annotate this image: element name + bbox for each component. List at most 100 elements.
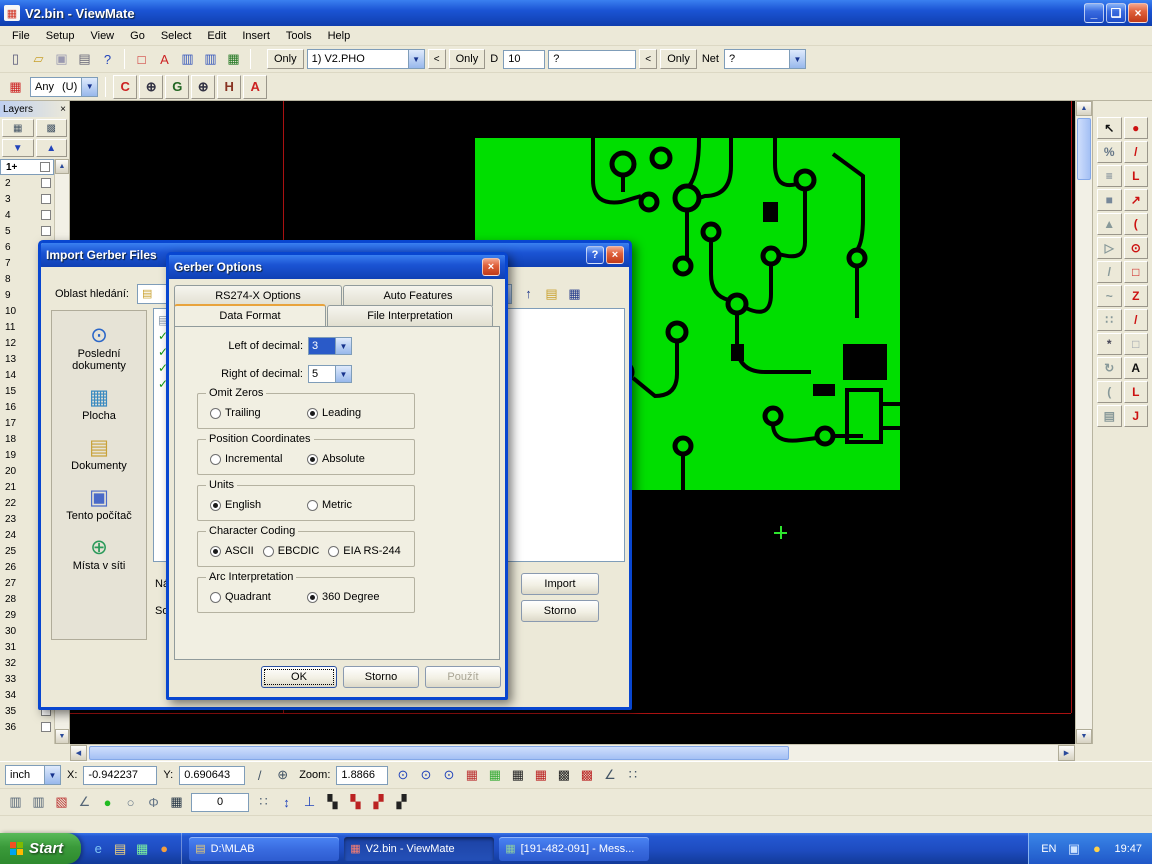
filled-square-icon[interactable]: ■: [1097, 189, 1122, 211]
gerber-dialog-close-button[interactable]: ×: [482, 258, 500, 276]
scroll-right-icon[interactable]: ▶: [1058, 745, 1075, 761]
scroll-down-icon[interactable]: ▼: [1076, 729, 1092, 744]
report-icon[interactable]: ▦: [223, 49, 244, 70]
radio-incremental[interactable]: Incremental: [210, 453, 298, 465]
network-tray-icon[interactable]: ▣: [1063, 838, 1084, 859]
draw-corner-icon[interactable]: L: [1124, 165, 1149, 187]
horizontal-scrollbar[interactable]: ◀ ▶: [70, 744, 1075, 761]
ok-button[interactable]: OK: [261, 666, 337, 688]
new-folder-icon[interactable]: ▤: [541, 283, 562, 304]
print-icon[interactable]: ▤: [74, 49, 95, 70]
dcode-field[interactable]: 10: [503, 50, 545, 69]
c-view-icon[interactable]: C: [113, 75, 137, 99]
scrollbar-track[interactable]: [1076, 182, 1092, 729]
wave-icon[interactable]: ~: [1097, 285, 1122, 307]
chevron-down-icon[interactable]: ▼: [335, 366, 351, 382]
layer-color-swatch[interactable]: [41, 210, 51, 220]
trace-red-icon[interactable]: ▩: [576, 765, 597, 786]
zoom-value-field[interactable]: 1.8866: [336, 766, 388, 785]
grid-red-icon[interactable]: ▦: [461, 765, 482, 786]
chevron-down-icon[interactable]: ▼: [81, 78, 97, 96]
up-one-level-icon[interactable]: ↑: [518, 283, 539, 304]
j-shape-icon[interactable]: J: [1124, 405, 1149, 427]
storno-button[interactable]: Storno: [343, 666, 419, 688]
close-button[interactable]: ×: [1128, 3, 1148, 23]
minimize-button[interactable]: _: [1084, 3, 1104, 23]
radio-ascii[interactable]: ASCII: [210, 545, 254, 557]
menu-view[interactable]: View: [82, 28, 122, 44]
slope-icon[interactable]: /: [1097, 261, 1122, 283]
grid-mode-icon[interactable]: ▦: [166, 792, 187, 813]
taskbar-task-v2-bin-viewmate[interactable]: ▦V2.bin - ViewMate: [344, 837, 494, 861]
ie-quicklaunch-icon[interactable]: e: [89, 840, 107, 858]
language-indicator[interactable]: EN: [1041, 843, 1056, 855]
menu-setup[interactable]: Setup: [38, 28, 83, 44]
pad-dark-icon[interactable]: ▦: [507, 765, 528, 786]
layers-colors-icon[interactable]: ▩: [36, 119, 68, 137]
dot-matrix-icon[interactable]: ∷: [253, 792, 274, 813]
menu-help[interactable]: Help: [320, 28, 359, 44]
highlight-state-icon[interactable]: ●: [97, 792, 118, 813]
dots-icon[interactable]: ∷: [1097, 309, 1122, 331]
dashed-rect-icon[interactable]: □: [1124, 333, 1149, 355]
layer-row-1[interactable]: 1+: [0, 159, 54, 175]
probe-icon[interactable]: Φ: [143, 792, 164, 813]
chevron-down-icon[interactable]: ▼: [335, 338, 351, 354]
edge-tool-icon-1[interactable]: ▥: [5, 792, 26, 813]
mirror-icon[interactable]: ▷: [1097, 237, 1122, 259]
tab-auto-features[interactable]: Auto Features: [343, 285, 493, 306]
browser-quicklaunch-icon[interactable]: ●: [155, 840, 173, 858]
right-of-decimal-combo[interactable]: 5 ▼: [308, 365, 352, 383]
target-1-icon[interactable]: ⊕: [139, 75, 163, 99]
layer-row-3[interactable]: 3: [0, 191, 54, 207]
scrollbar-thumb[interactable]: [1077, 118, 1091, 180]
layer-color-swatch[interactable]: [41, 178, 51, 188]
target-pad-icon[interactable]: ⊙: [1124, 237, 1149, 259]
menu-tools[interactable]: Tools: [278, 28, 320, 44]
aperture-type-combo[interactable]: Any (U) ▼: [30, 77, 98, 97]
place-dokumenty[interactable]: ▤Dokumenty: [52, 435, 146, 472]
radio-quadrant[interactable]: Quadrant: [210, 591, 298, 603]
tab-file-interpretation[interactable]: File Interpretation: [327, 305, 493, 326]
rect-outline-icon[interactable]: □: [1124, 261, 1149, 283]
file-combo[interactable]: 1) V2.PHO ▼: [307, 49, 425, 69]
dcode-query-field[interactable]: ?: [548, 50, 636, 69]
place-m-sta-v-s-ti[interactable]: ⊕Místa v síti: [52, 535, 146, 572]
folders-quicklaunch-icon[interactable]: ▤: [111, 840, 129, 858]
layer-row-2[interactable]: 2: [0, 175, 54, 191]
radio-english[interactable]: English: [210, 499, 298, 511]
scrollbar-track[interactable]: [791, 745, 1058, 761]
menu-insert[interactable]: Insert: [234, 28, 278, 44]
tab-data-format[interactable]: Data Format: [174, 304, 326, 326]
menu-edit[interactable]: Edit: [199, 28, 234, 44]
radio-absolute[interactable]: Absolute: [307, 453, 365, 465]
import-dialog-close-button[interactable]: ×: [606, 246, 624, 264]
flash-pad-icon[interactable]: ●: [1124, 117, 1149, 139]
target-2-icon[interactable]: ⊕: [191, 75, 215, 99]
scrollbar-thumb[interactable]: [89, 746, 789, 760]
scroll-left-icon[interactable]: ◀: [70, 745, 87, 761]
grid-green-icon[interactable]: ▦: [484, 765, 505, 786]
vertical-snap-icon[interactable]: ↕: [276, 792, 297, 813]
dots-icon[interactable]: ∷: [622, 765, 643, 786]
new-file-icon[interactable]: ▯: [5, 49, 26, 70]
pattern-red-icon-1[interactable]: ▚: [345, 792, 366, 813]
angle-tool-icon[interactable]: ∠: [74, 792, 95, 813]
prev-net-button[interactable]: <: [639, 49, 657, 69]
storno-button[interactable]: Storno: [521, 600, 599, 622]
rotate-icon[interactable]: ↻: [1097, 357, 1122, 379]
maximize-button[interactable]: ❏: [1106, 3, 1126, 23]
trace-dark-icon[interactable]: ▩: [553, 765, 574, 786]
arc-tool-icon[interactable]: (: [1097, 381, 1122, 403]
origin-snap-icon[interactable]: ⊥: [299, 792, 320, 813]
menu-file[interactable]: File: [4, 28, 38, 44]
l-shape-icon[interactable]: L: [1124, 381, 1149, 403]
radio-leading[interactable]: Leading: [307, 407, 361, 419]
radio-metric[interactable]: Metric: [307, 499, 352, 511]
select-frame-icon[interactable]: □: [131, 49, 152, 70]
only-file-toggle[interactable]: Only: [267, 49, 304, 69]
scroll-up-icon[interactable]: ▲: [1076, 101, 1092, 116]
updates-tray-icon[interactable]: ●: [1086, 838, 1107, 859]
prism-icon[interactable]: ▲: [1097, 213, 1122, 235]
layer-down-icon[interactable]: ▼: [2, 139, 34, 157]
